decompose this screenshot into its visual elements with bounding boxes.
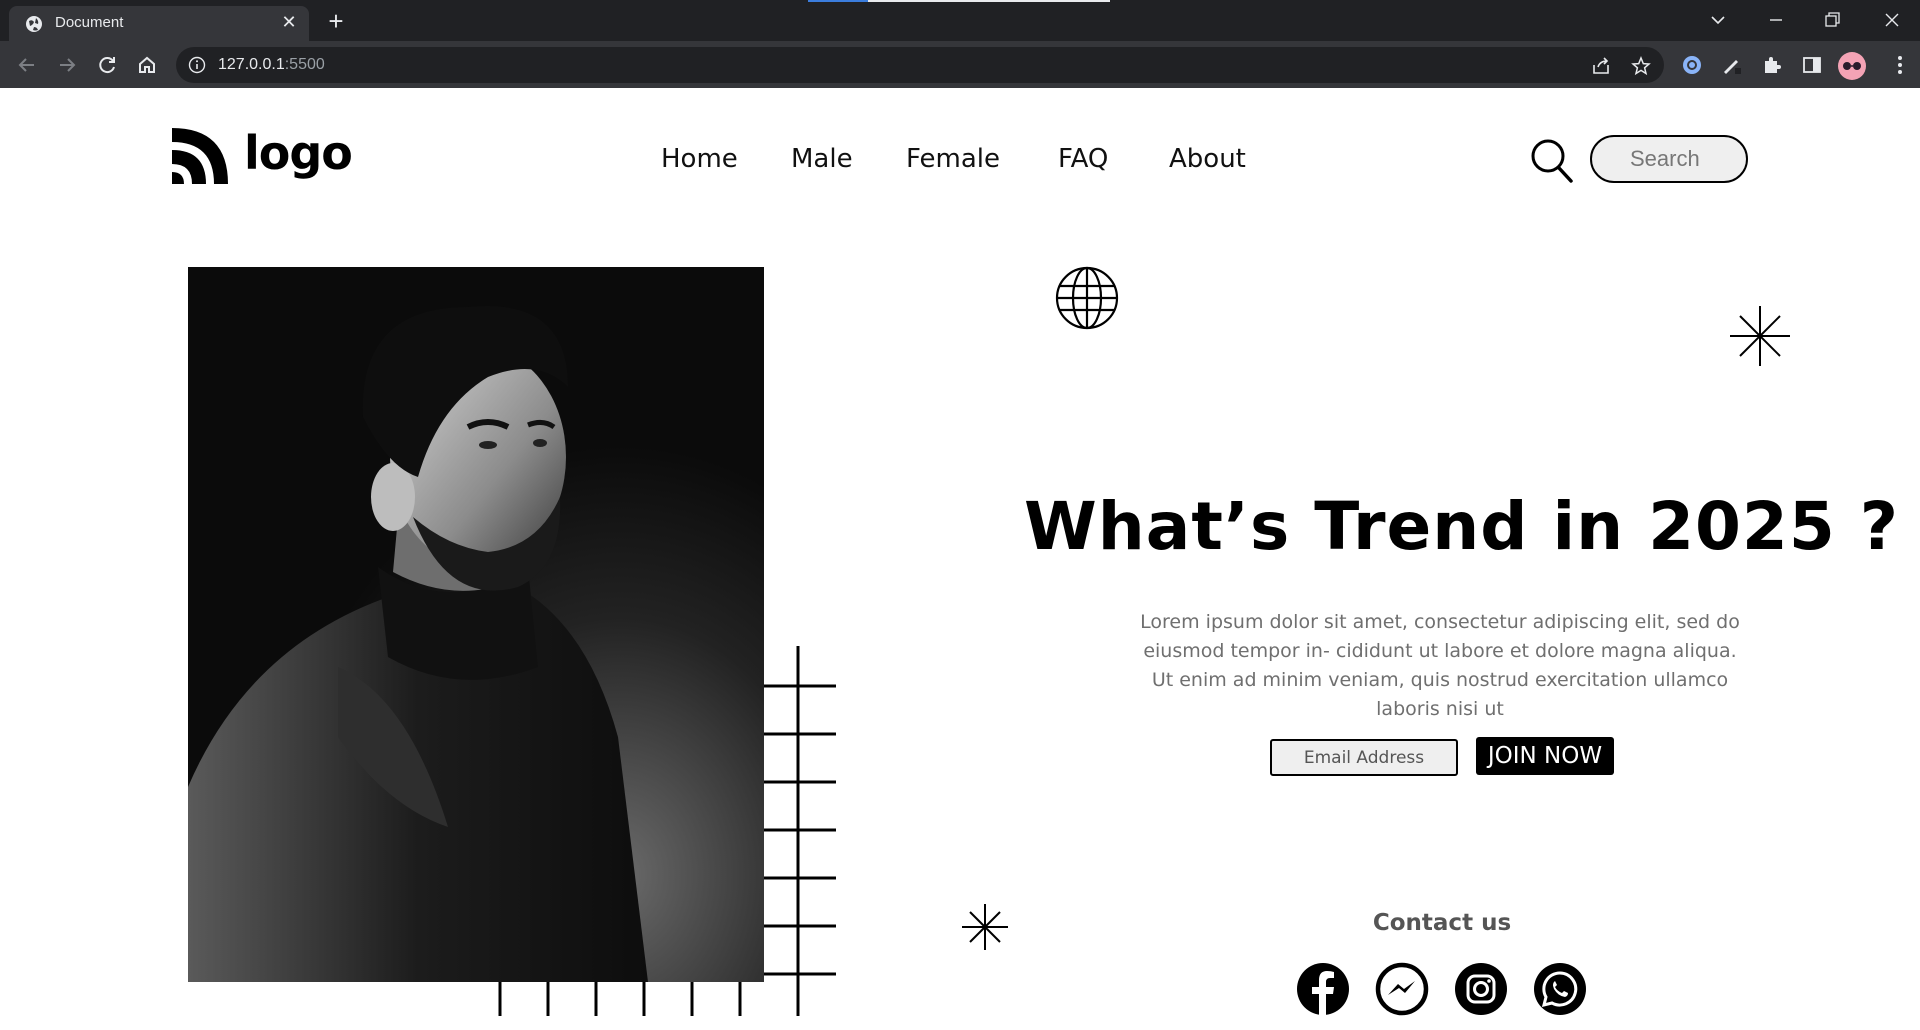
nav-female[interactable]: Female — [906, 144, 1000, 174]
url-host: 127.0.0.1 — [218, 56, 285, 73]
whatsapp-icon[interactable] — [1533, 962, 1587, 1016]
loading-bar-progress — [808, 0, 868, 2]
instagram-icon[interactable] — [1454, 962, 1508, 1016]
nav-home[interactable]: Home — [661, 144, 738, 174]
profile-avatar[interactable] — [1838, 52, 1866, 80]
side-panel-icon[interactable] — [1800, 53, 1824, 77]
extension-ring-icon[interactable] — [1680, 53, 1704, 77]
site-info-icon[interactable] — [188, 56, 206, 74]
search-icon[interactable] — [1530, 138, 1574, 184]
globe-icon — [1055, 266, 1119, 330]
browser-tab[interactable]: Document ✕ — [9, 6, 309, 41]
home-icon[interactable] — [134, 52, 160, 78]
url-port: :5500 — [284, 56, 325, 73]
back-arrow-icon[interactable] — [14, 52, 40, 78]
messenger-icon[interactable] — [1375, 962, 1429, 1016]
extensions-puzzle-icon[interactable] — [1760, 53, 1784, 77]
browser-tabbar: Document ✕ + — [0, 0, 1920, 41]
address-bar[interactable]: 127.0.0.1:5500 — [176, 47, 1664, 83]
globe-favicon-icon — [26, 16, 42, 32]
nav-faq[interactable]: FAQ — [1058, 144, 1108, 174]
close-window-icon[interactable] — [1878, 6, 1906, 34]
bookmark-star-icon[interactable] — [1630, 55, 1652, 77]
hero-lead-text: Lorem ipsum dolor sit amet, consectetur … — [1140, 611, 1740, 720]
logo-rss-icon[interactable] — [170, 126, 230, 186]
reload-icon[interactable] — [94, 52, 120, 78]
search-input[interactable] — [1590, 135, 1748, 183]
tab-close-icon[interactable]: ✕ — [279, 13, 299, 33]
tab-title: Document — [55, 14, 124, 31]
new-tab-button[interactable]: + — [322, 8, 350, 36]
contact-title: Contact us — [1372, 910, 1512, 936]
web-page: logo Home Male Female FAQ About Search W… — [0, 88, 1920, 1030]
nav-about[interactable]: About — [1169, 144, 1246, 174]
minimize-icon[interactable] — [1762, 6, 1790, 34]
nav-male[interactable]: Male — [791, 144, 853, 174]
logo-text[interactable]: logo — [244, 126, 353, 180]
share-icon[interactable] — [1590, 55, 1612, 77]
join-now-button[interactable]: JOIN NOW — [1476, 737, 1614, 775]
sparkle-star-icon — [1730, 306, 1790, 366]
tab-search-icon[interactable] — [1704, 6, 1732, 34]
sparkle-star-small-icon — [962, 904, 1008, 950]
url-text: 127.0.0.1:5500 — [218, 56, 325, 74]
email-field[interactable] — [1270, 739, 1458, 776]
grid-decoration — [498, 646, 836, 1016]
restore-icon[interactable] — [1818, 6, 1846, 34]
facebook-icon[interactable] — [1296, 962, 1350, 1016]
forward-arrow-icon[interactable] — [54, 52, 80, 78]
browser-toolbar: 127.0.0.1:5500 — [0, 41, 1920, 88]
hero-headline: What’s Trend in 2025 ? — [1024, 488, 1900, 565]
sunglasses-avatar-icon — [1843, 62, 1861, 70]
extension-pen-icon[interactable] — [1720, 53, 1744, 77]
menu-kebab-icon[interactable] — [1888, 53, 1912, 77]
